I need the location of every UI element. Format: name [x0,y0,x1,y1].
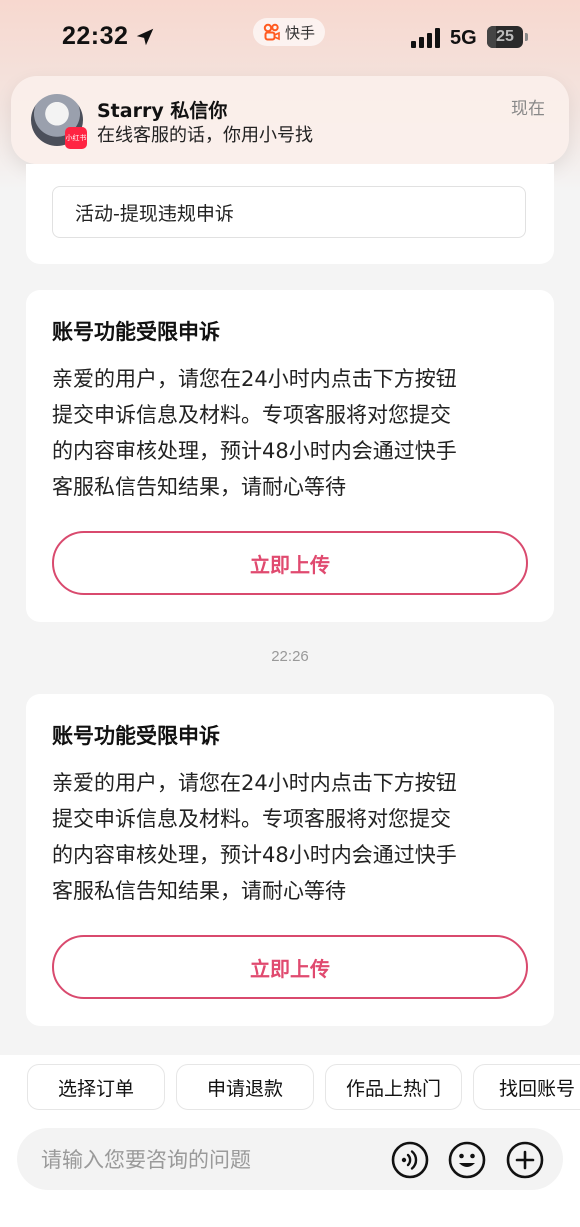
app-badge-label: 小红书 [65,134,87,142]
chip-select-order[interactable]: 选择订单 [27,1064,165,1110]
card-body-line: 亲爱的用户，请您在24小时内点击下方按钮 [52,771,457,795]
back-to-app-pill[interactable]: 快手 [253,18,325,46]
notification-banner[interactable]: 小红书 Starry 私信你 在线客服的话，你用小号找 现在 [11,76,569,164]
battery-percent: 25 [496,28,514,45]
card-body-line: 的内容审核处理，预计48小时内会通过快手 [52,439,457,463]
card-body-line: 的内容审核处理，预计48小时内会通过快手 [52,843,457,867]
battery-icon: 25 [487,26,523,48]
kuaishou-logo-icon [263,23,280,41]
emoji-icon[interactable] [448,1141,486,1179]
notification-message: 在线客服的话，你用小号找 [97,125,313,146]
plus-circle-icon[interactable] [506,1141,544,1179]
notification-time: 现在 [511,99,545,119]
card-title: 账号功能受限申诉 [52,724,220,748]
chat-screen: 22:32 快手 5G 25 小红书 Starry 私信你 在线客服的话，你用小… [0,0,580,1227]
location-arrow-icon [136,28,154,46]
app-badge-icon: 小红书 [65,127,87,149]
app-pill-label: 快手 [284,23,315,42]
card-body-line: 提交申诉信息及材料。专项客服将对您提交 [52,403,451,427]
appeal-card: 账号功能受限申诉 亲爱的用户，请您在24小时内点击下方按钮 提交申诉信息及材料。… [26,290,554,622]
chip-boost-works[interactable]: 作品上热门 [325,1064,462,1110]
card-title: 账号功能受限申诉 [52,320,220,344]
card-body: 亲爱的用户，请您在24小时内点击下方按钮 提交申诉信息及材料。专项客服将对您提交… [52,765,530,909]
chip-request-refund[interactable]: 申请退款 [176,1064,314,1110]
card-body-line: 客服私信告知结果，请耐心等待 [52,879,346,903]
message-input[interactable] [39,1128,383,1192]
network-label: 5G [450,27,477,49]
card-body-line: 提交申诉信息及材料。专项客服将对您提交 [52,807,451,831]
upload-now-button[interactable]: 立即上传 [52,935,528,999]
voice-icon[interactable] [391,1141,429,1179]
quick-reply-bar: 选择订单 申请退款 作品上热门 找回账号 [0,1055,580,1123]
card-body-line: 客服私信告知结果，请耐心等待 [52,475,346,499]
upload-now-button[interactable]: 立即上传 [52,531,528,595]
notification-title: Starry 私信你 [97,100,228,122]
signal-icon [411,28,440,48]
chip-recover-account[interactable]: 找回账号 [473,1064,580,1110]
input-bar [0,1123,580,1227]
appeal-card: 账号功能受限申诉 亲爱的用户，请您在24小时内点击下方按钮 提交申诉信息及材料。… [26,694,554,1026]
previous-card: 活动-提现违规申诉 [26,164,554,264]
card-body: 亲爱的用户，请您在24小时内点击下方按钮 提交申诉信息及材料。专项客服将对您提交… [52,361,530,505]
appeal-reason-field[interactable]: 活动-提现违规申诉 [52,186,526,238]
status-bar: 22:32 快手 5G 25 [0,0,580,76]
battery-tip [525,33,528,41]
message-input-container [17,1128,563,1192]
status-time: 22:32 [62,22,129,50]
message-timestamp: 22:26 [271,648,309,665]
card-body-line: 亲爱的用户，请您在24小时内点击下方按钮 [52,367,457,391]
